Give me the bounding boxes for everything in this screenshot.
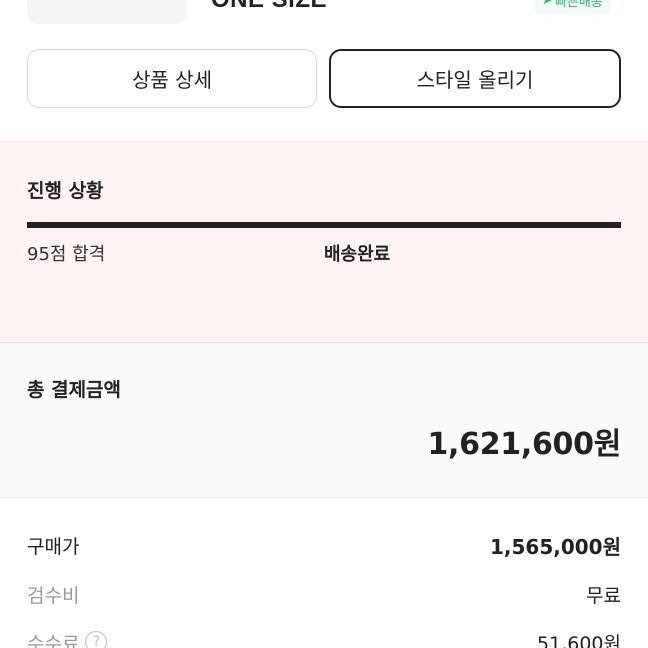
product-thumbnail[interactable] xyxy=(27,0,187,24)
fast-delivery-badge: ➤ 빠른배송 xyxy=(534,0,611,14)
product-detail-button[interactable]: 상품 상세 xyxy=(27,49,317,108)
help-icon[interactable]: ? xyxy=(85,631,108,648)
price-row-commission: 수수료 ? 51,600원 xyxy=(27,627,621,648)
purchase-price-value: 1,565,000원 xyxy=(489,534,621,559)
lightning-icon: ➤ xyxy=(542,0,553,8)
total-payment-value: 1,621,600원 xyxy=(427,427,621,462)
post-style-button[interactable]: 스타일 올리기 xyxy=(329,49,621,108)
action-buttons: 상품 상세 스타일 올리기 xyxy=(27,49,621,108)
progress-step-delivered: 배송완료 xyxy=(324,244,391,265)
inspection-fee-value: 무료 xyxy=(586,584,621,607)
commission-label-wrap: 수수료 ? xyxy=(27,629,108,648)
commission-fee-value: 51,600원 xyxy=(537,632,621,648)
product-summary: ONE SIZE ➤ 빠른배송 xyxy=(0,0,648,30)
price-row-inspection: 검수비 무료 xyxy=(27,579,621,609)
price-row-purchase: 구매가 1,565,000원 xyxy=(27,530,621,560)
inspection-fee-label: 검수비 xyxy=(27,584,80,607)
purchase-price-label: 구매가 xyxy=(27,535,80,558)
progress-step-inspection: 95점 합격 xyxy=(27,244,106,265)
product-size: ONE SIZE xyxy=(211,0,327,14)
total-payment-section: 총 결제금액 1,621,600원 xyxy=(0,343,648,498)
progress-title: 진행 상황 xyxy=(27,180,104,202)
progress-bar-fill xyxy=(27,222,621,228)
progress-section: 진행 상황 95점 합격 배송완료 xyxy=(0,142,648,343)
commission-fee-label: 수수료 xyxy=(27,632,80,648)
total-payment-label: 총 결제금액 xyxy=(27,379,122,401)
fast-delivery-label: 빠른배송 xyxy=(554,0,603,10)
progress-bar xyxy=(27,222,621,228)
